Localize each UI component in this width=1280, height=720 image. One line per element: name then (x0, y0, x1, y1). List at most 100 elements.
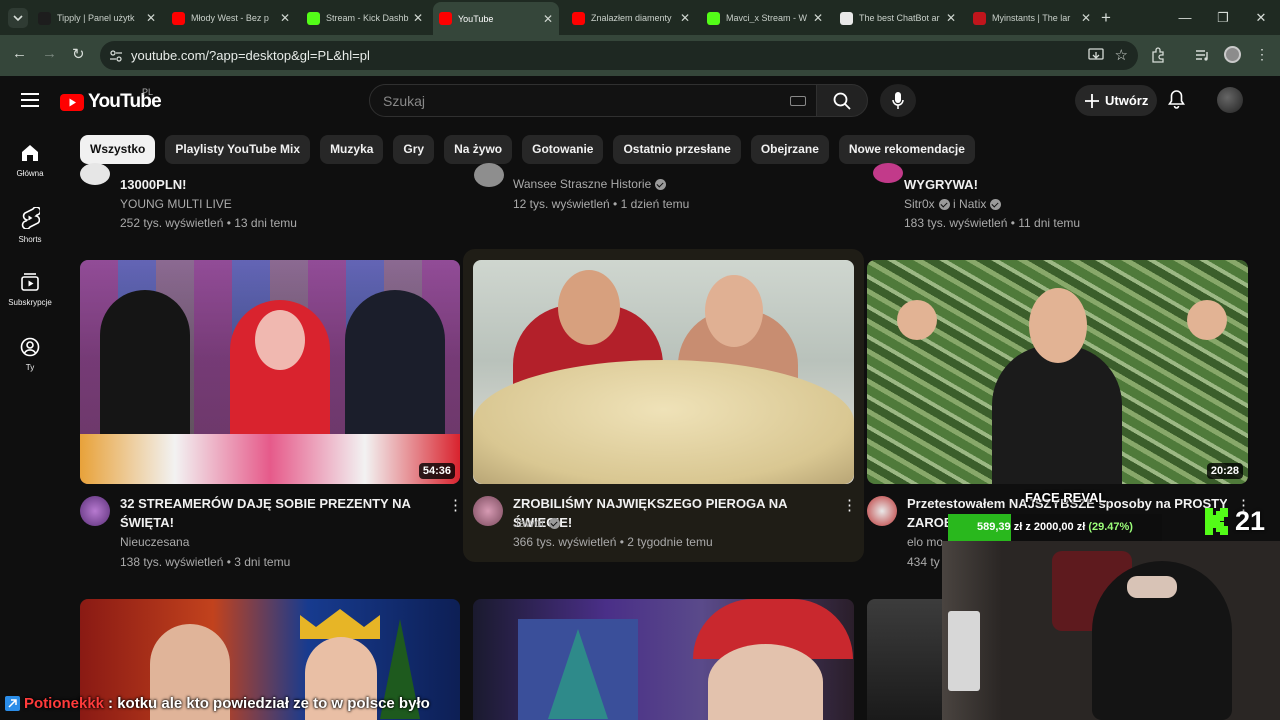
channel-name[interactable]: Wansee Straszne Historie (513, 177, 667, 191)
more-actions-icon[interactable]: ⋮ (448, 496, 463, 514)
filter-chip[interactable]: Gotowanie (522, 135, 604, 164)
media-controls-icon[interactable] (1194, 47, 1210, 63)
search-placeholder: Szukaj (383, 93, 426, 109)
filter-chip[interactable]: Wszystko (80, 135, 156, 164)
channel-name-text: Jawor (513, 516, 546, 530)
search-input[interactable]: Szukaj (369, 84, 817, 117)
close-tab-icon[interactable]: ✕ (813, 11, 823, 25)
guide-item-you[interactable]: Ty (0, 337, 60, 372)
browser-tab[interactable]: Znalazłem diamenty ✕ (566, 4, 696, 32)
close-tab-icon[interactable]: ✕ (1081, 11, 1091, 25)
guide-item-subscriptions[interactable]: Subskrypcje (0, 272, 60, 307)
channel-name-text-2: i Natix (953, 197, 987, 211)
guide-item-shorts[interactable]: Shorts (0, 207, 60, 244)
filter-chip[interactable]: Obejrzane (750, 135, 829, 164)
guide-item-home[interactable]: Główna (0, 143, 60, 178)
chat-text: : kotku ale kto powiedział ze to w polsc… (108, 695, 430, 712)
new-tab-button[interactable]: + (1101, 8, 1111, 28)
donation-goal-text: 589,39 zł z 2000,00 zł (29.47%) (948, 514, 1162, 541)
browser-tab[interactable]: Tipply | Panel użytk ✕ (32, 4, 162, 32)
tab-search-button[interactable] (8, 8, 28, 28)
minimize-button[interactable]: — (1166, 0, 1204, 35)
channel-avatar[interactable] (80, 496, 110, 526)
video-title[interactable]: ZROBILIŚMY NAJWIĘKSZEGO PIEROGA NA ŚWIEC… (513, 494, 843, 532)
extensions-icon[interactable] (1150, 47, 1166, 63)
channel-avatar[interactable] (473, 496, 503, 526)
shorts-icon (21, 207, 40, 229)
channel-avatar[interactable] (474, 163, 504, 187)
channel-name[interactable]: elo mo (907, 535, 943, 549)
video-meta: 434 ty (907, 555, 940, 569)
maximize-button[interactable]: ❐ (1204, 0, 1242, 35)
channel-name[interactable]: Jawor (513, 516, 561, 530)
browser-tab[interactable]: YouTube ✕ (433, 2, 559, 35)
browser-tab[interactable]: Stream - Kick Dashb ✕ (301, 4, 429, 32)
reload-button[interactable]: ↻ (72, 45, 85, 63)
video-thumbnail[interactable] (473, 260, 854, 484)
menu-hamburger-icon[interactable] (21, 93, 39, 107)
video-thumbnail[interactable] (473, 599, 854, 720)
channel-avatar[interactable] (80, 163, 110, 185)
face (708, 644, 823, 720)
video-thumbnail[interactable]: 54:36 (80, 260, 460, 484)
tipply-icon (38, 11, 51, 25)
profile-avatar[interactable] (1224, 46, 1241, 63)
filter-chip[interactable]: Playlisty YouTube Mix (165, 135, 311, 164)
browser-tab[interactable]: Mavci_x Stream - W ✕ (701, 4, 829, 32)
search-button[interactable] (816, 84, 868, 117)
bookmark-star-icon[interactable]: ☆ (1115, 46, 1128, 64)
notifications-bell-icon[interactable] (1168, 90, 1185, 109)
channel-name[interactable]: Nieuczesana (120, 535, 189, 549)
donation-goal-bar: 589,39 zł z 2000,00 zł (29.47%) (948, 514, 1162, 541)
kick-logo-icon (1205, 508, 1228, 535)
browser-tab[interactable]: The best ChatBot ar ✕ (834, 4, 962, 32)
forward-button[interactable]: → (42, 45, 57, 62)
install-app-icon[interactable] (1088, 48, 1104, 63)
filter-chip[interactable]: Ostatnio przesłane (613, 135, 741, 164)
video-title[interactable]: 32 STREAMERÓW DAJĘ SOBIE PREZENTY NA ŚWIĘ… (120, 494, 440, 532)
browser-tab[interactable]: Myinstants | The lar ✕ (967, 4, 1097, 32)
channel-avatar[interactable] (873, 163, 903, 183)
close-tab-icon[interactable]: ✕ (946, 11, 956, 25)
filter-chip[interactable]: Gry (393, 135, 435, 164)
voice-search-button[interactable] (880, 84, 916, 117)
face (705, 275, 763, 347)
tab-title: Młody West - Bez p (191, 13, 269, 23)
face (558, 270, 620, 345)
christmas-tree (548, 629, 608, 719)
close-tab-icon[interactable]: ✕ (680, 11, 690, 25)
keyboard-icon[interactable] (790, 96, 806, 106)
filter-chip[interactable]: Na żywo (444, 135, 513, 164)
create-button[interactable]: Utwórz (1075, 85, 1157, 116)
video-thumbnail[interactable] (867, 599, 942, 720)
close-tab-icon[interactable]: ✕ (543, 12, 553, 26)
video-thumbnail[interactable]: 20:28 (867, 260, 1248, 484)
back-button[interactable]: ← (12, 45, 27, 62)
channel-name[interactable]: YOUNG MULTI LIVE (120, 197, 232, 211)
tab-title: The best ChatBot ar (859, 13, 940, 23)
close-tab-icon[interactable]: ✕ (146, 11, 156, 25)
close-window-button[interactable]: ✕ (1242, 0, 1280, 35)
filter-chip[interactable]: Muzyka (320, 135, 384, 164)
address-bar[interactable]: youtube.com/?app=desktop&gl=PL&hl=pl ☆ (100, 41, 1138, 70)
account-avatar[interactable] (1217, 87, 1243, 113)
more-actions-icon[interactable]: ⋮ (842, 496, 857, 514)
chrome-menu-icon[interactable]: ⋮ (1255, 46, 1269, 63)
video-title[interactable]: 13000PLN! (120, 175, 186, 194)
channel-name[interactable]: Sitr0x i Natix (904, 197, 1002, 211)
video-title[interactable]: WYGRYWA! (904, 175, 978, 194)
channel-avatar[interactable] (867, 496, 897, 526)
video-meta: 366 tys. wyświetleń • 2 tygodnie temu (513, 535, 713, 549)
face (1029, 288, 1087, 363)
close-tab-icon[interactable]: ✕ (280, 11, 290, 25)
verified-badge-icon (655, 179, 667, 190)
filter-chip[interactable]: Nowe rekomendacje (838, 135, 975, 164)
site-info-icon[interactable] (109, 49, 123, 63)
verified-badge-icon (938, 199, 950, 210)
close-tab-icon[interactable]: ✕ (413, 11, 423, 25)
video-duration: 54:36 (418, 463, 455, 479)
drink-can (948, 611, 980, 691)
browser-tab[interactable]: Młody West - Bez p ✕ (166, 4, 296, 32)
donation-amount: 589,39 zł z 2000,00 zł (977, 521, 1086, 533)
tab-title: Mavci_x Stream - W (726, 13, 808, 23)
